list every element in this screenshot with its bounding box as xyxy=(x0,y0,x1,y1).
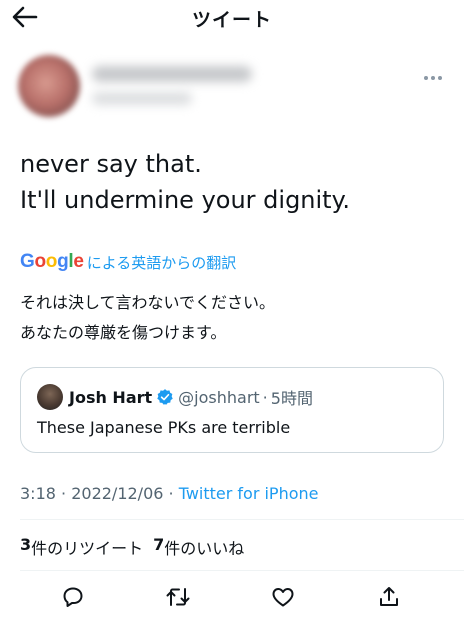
retweet-icon xyxy=(166,588,190,606)
quoted-tweet-header: Josh Hart @joshhart · 5時間 xyxy=(69,385,313,409)
tweet-line: It'll undermine your dignity. xyxy=(20,186,350,214)
quoted-separator: · xyxy=(262,387,268,407)
like-button[interactable] xyxy=(266,580,300,614)
likes-stat[interactable]: 7 件のいいね xyxy=(153,535,244,559)
translated-text: それは決して言わないでください。 あなたの尊厳を傷つけます。 xyxy=(20,288,440,348)
retweet-count: 3 xyxy=(20,535,32,554)
quoted-author-handle: @joshhart xyxy=(178,387,260,407)
quoted-tweet-text: These Japanese PKs are terrible xyxy=(37,418,291,437)
author-name-obscured[interactable] xyxy=(92,66,252,82)
meta-separator: · xyxy=(163,484,179,503)
google-letter: G xyxy=(20,251,35,272)
retweets-stat[interactable]: 3 件のリツイート xyxy=(20,535,143,559)
tweet-meta: 3:18 · 2022/12/06 · Twitter for iPhone xyxy=(20,484,319,503)
more-icon-dot xyxy=(431,76,435,80)
google-letter: e xyxy=(73,251,84,272)
like-icon xyxy=(272,588,294,607)
page-title: ツイート xyxy=(191,9,272,31)
divider xyxy=(20,570,464,571)
quoted-author-avatar xyxy=(37,384,63,410)
retweet-label: 件のリツイート xyxy=(31,539,144,558)
reply-button[interactable] xyxy=(56,580,90,614)
google-logo: Google xyxy=(20,251,84,273)
translated-line: あなたの尊厳を傷つけます。 xyxy=(20,323,227,342)
quoted-tweet-card[interactable]: Josh Hart @joshhart · 5時間 These Japanese… xyxy=(20,367,444,453)
author-handle-obscured xyxy=(92,92,192,105)
more-options-button[interactable] xyxy=(416,70,450,86)
tweet-line: never say that. xyxy=(20,150,202,178)
tweet-text: never say that. It'll undermine your dig… xyxy=(20,146,440,218)
google-letter: o xyxy=(34,251,46,272)
top-header: ツイート xyxy=(0,0,464,36)
tweet-date: 2022/12/06 xyxy=(71,484,164,503)
more-icon xyxy=(424,76,428,80)
retweet-button[interactable] xyxy=(161,580,195,614)
more-icon-dot xyxy=(438,76,442,80)
quoted-author-name: Josh Hart xyxy=(69,387,153,407)
google-letter: o xyxy=(45,251,58,272)
meta-separator: · xyxy=(55,484,72,503)
translation-link[interactable]: Google による英語からの翻訳 xyxy=(20,250,236,274)
translated-line: それは決して言わないでください。 xyxy=(20,293,276,312)
share-icon xyxy=(380,587,398,606)
verified-badge-icon xyxy=(156,388,174,406)
tweet-source-link[interactable]: Twitter for iPhone xyxy=(179,484,319,503)
google-letter: g xyxy=(57,251,69,272)
quoted-timestamp: 5時間 xyxy=(270,389,313,408)
tweet-time: 3:18 xyxy=(20,484,56,503)
tweet-detail-page: ツイート never say that. It'll undermine you… xyxy=(0,0,464,640)
translation-label: による英語からの翻訳 xyxy=(86,253,237,272)
reply-icon xyxy=(63,587,83,607)
author-avatar[interactable] xyxy=(18,55,80,117)
share-button[interactable] xyxy=(372,580,406,614)
like-label: 件のいいね xyxy=(164,539,245,558)
divider xyxy=(20,519,464,520)
like-count: 7 xyxy=(153,535,165,554)
tweet-action-bar xyxy=(0,580,464,614)
tweet-stats: 3 件のリツイート 7 件のいいね xyxy=(20,535,244,559)
